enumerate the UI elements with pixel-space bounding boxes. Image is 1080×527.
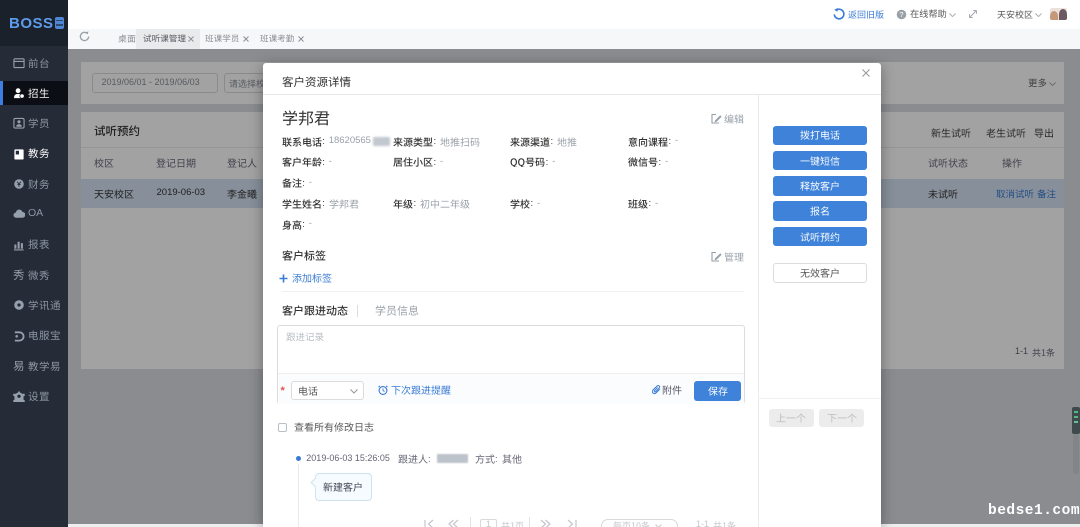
svg-text:?: ? — [899, 10, 903, 19]
